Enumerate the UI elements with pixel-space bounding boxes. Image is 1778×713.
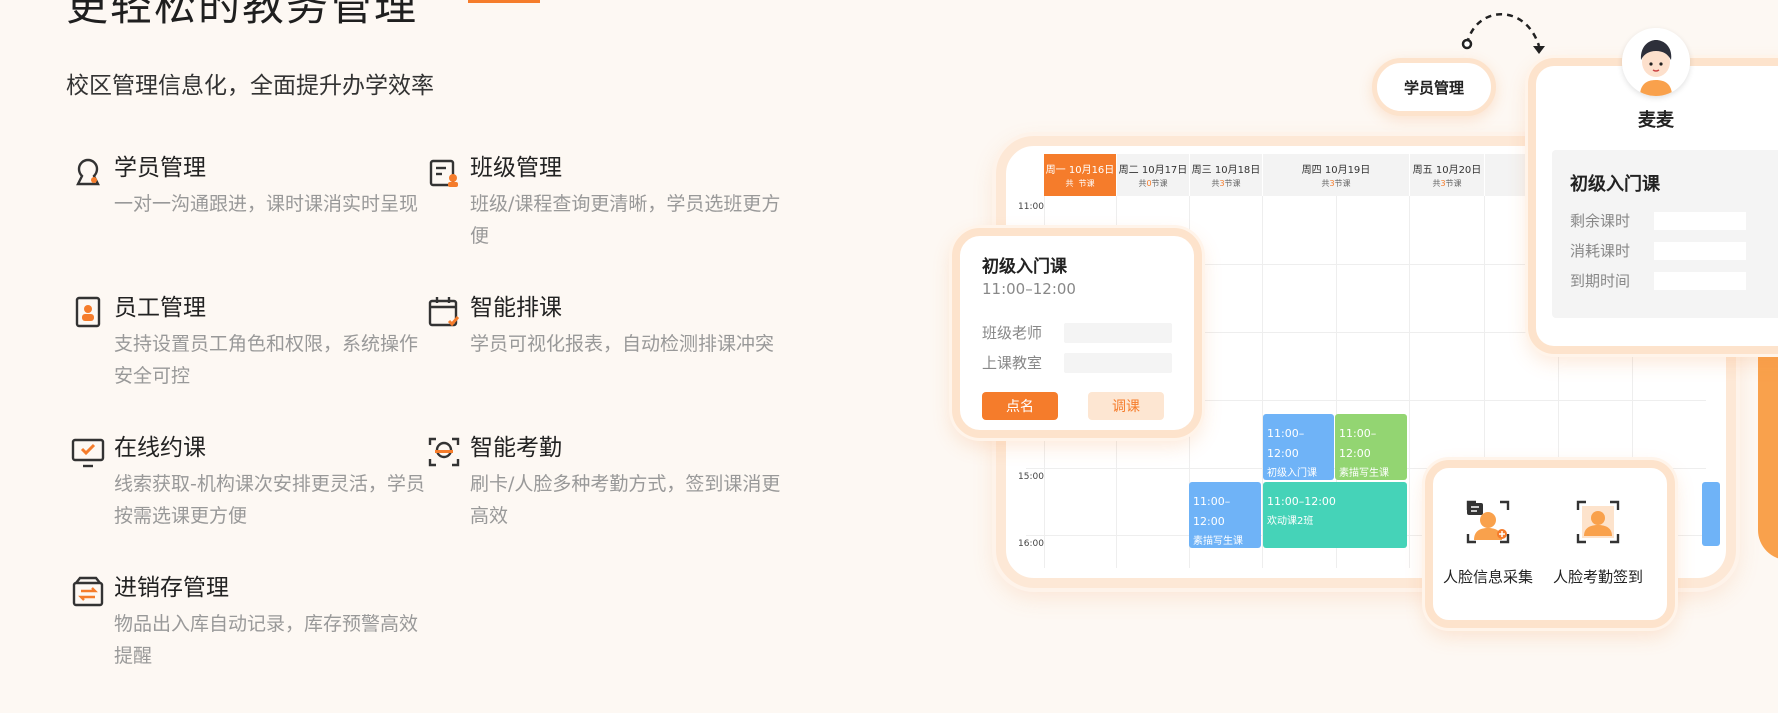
feature-desc: 刷卡/人脸多种考勤方式，签到课消更高效 [470,473,781,527]
time-label: 16:00 [1018,539,1044,549]
event-time: 11:00–12:00 [1267,495,1336,508]
feature-online-booking: 在线约课 线索获取-机构课次安排更灵活，学员按需选课更方便 [71,432,434,532]
face-checkin-label: 人脸考勤签到 [1552,568,1643,586]
lesson-time: 11:00–12:00 [982,280,1076,298]
remaining-hours-field [1654,212,1746,230]
teacher-field [1064,323,1172,343]
day-count: 共3节课 [1321,179,1351,188]
student-icon [76,158,100,186]
face-collect-label: 人脸信息采集 [1442,568,1533,586]
feature-name: 员工管理 [114,295,206,321]
consumed-hours-label: 消耗课时 [1570,242,1631,260]
page-title: 更轻松的教务管理 [66,0,419,30]
feature-smart-attendance: 智能考勤 刷卡/人脸多种考勤方式，签到课消更高效 [428,432,790,532]
feature-name: 在线约课 [114,435,206,461]
day-count: 共3节课 [1211,179,1241,188]
day-header-fri[interactable]: 周五 10月20日 共3节课 [1410,154,1484,196]
event-name: 素描写生课 [1193,536,1243,547]
class-icon [429,159,458,187]
expire-date-field [1654,272,1746,290]
face-collect-icon [1466,500,1510,544]
day-header-thu[interactable]: 周四 10月19日 共3节课 [1263,154,1409,196]
feature-smart-scheduling: 智能排课 学员可视化报表，自动检测排课冲突 [428,292,790,360]
room-label: 上课教室 [982,354,1043,372]
face-checkin-item[interactable]: 人脸考勤签到 [1543,498,1653,587]
feature-name: 智能考勤 [470,435,562,461]
feature-name: 学员管理 [114,155,206,181]
dashed-arrow-top [1461,13,1545,54]
face-collect-item[interactable]: 人脸信息采集 [1433,498,1543,587]
feature-desc: 学员可视化报表，自动检测排课冲突 [470,333,775,355]
feature-name: 智能排课 [470,295,562,321]
callname-button[interactable]: 点名 [982,392,1058,420]
face-checkin-icon [1576,500,1620,544]
day-label: 周一 10月16日 [1045,165,1115,176]
event-block[interactable]: 11:00–12:00 素描写生课 [1189,482,1261,548]
event-time: 11:00–12:00 [1267,427,1305,460]
grid-line [1409,196,1410,568]
consumed-hours-field [1654,242,1746,260]
feature-desc: 物品出入库自动记录，库存预警高效提醒 [114,613,419,667]
event-time: 11:00–12:00 [1339,427,1377,460]
feature-student-management: 学员管理 一对一沟通跟进，课时课消实时呈现 [76,152,434,220]
remaining-hours-label: 剩余课时 [1570,212,1631,230]
face-recognition-card: 人脸信息采集 人脸考勤签到 [1425,460,1675,628]
course-title: 初级入门课 [1570,174,1660,195]
feature-desc: 班级/课程查询更清晰，学员选班更方便 [470,193,781,247]
day-label: 周二 10月17日 [1118,165,1188,176]
event-block[interactable]: 11:00–12:00 欢动课2班 [1263,482,1407,548]
adjust-class-button[interactable]: 调课 [1088,392,1164,420]
online-booking-icon [71,438,105,468]
feature-class-management: 班级管理 班级/课程查询更清晰，学员选班更方便 [429,152,790,252]
event-name: 欢动课2班 [1267,516,1314,527]
page-subtitle: 校区管理信息化，全面提升办学效率 [66,73,434,99]
avatar-boy-icon [1622,28,1690,96]
room-field [1064,353,1172,373]
event-block-partial[interactable] [1702,482,1720,546]
time-label: 15:00 [1018,472,1044,482]
feature-inventory-management: 进销存管理 物品出入库自动记录，库存预警高效提醒 [72,572,434,672]
day-count: 共3节课 [1432,179,1462,188]
student-management-pill[interactable]: 学员管理 [1372,58,1496,116]
day-header-tue[interactable]: 周二 10月17日 共0节课 [1117,154,1189,196]
feature-name: 进销存管理 [114,575,229,601]
event-time: 11:00–12:00 [1193,495,1231,528]
feature-staff-management: 员工管理 支持设置员工角色和权限，系统操作安全可控 [75,292,434,392]
expire-date-label: 到期时间 [1570,272,1631,290]
lesson-title: 初级入门课 [982,257,1067,277]
event-block[interactable]: 11:00–12:00 初级入门课 [1263,414,1334,480]
student-name: 麦麦 [1638,110,1674,131]
avatar [1622,28,1690,96]
lesson-detail-card: 初级入门课 11:00–12:00 班级老师 上课教室 点名 调课 [952,228,1202,438]
staff-icon [75,296,101,328]
event-name: 初级入门课 [1267,468,1317,479]
day-label: 周四 10月19日 [1301,165,1371,176]
student-course-panel: 初级入门课 剩余课时 消耗课时 到期时间 [1552,150,1778,318]
time-label: 11:00 [1018,202,1044,212]
day-header-wed[interactable]: 周三 10月18日 共3节课 [1190,154,1262,196]
inventory-icon [72,576,104,607]
feature-desc: 一对一沟通跟进，课时课消实时呈现 [114,193,419,215]
feature-name: 班级管理 [470,155,562,181]
schedule-icon [428,297,460,327]
day-count: 共0节课 [1138,179,1168,188]
event-name: 素描写生课 [1339,468,1389,479]
teacher-label: 班级老师 [982,324,1043,342]
title-accent-bar [468,0,540,3]
day-label: 周五 10月20日 [1412,165,1482,176]
day-label: 周三 10月18日 [1191,165,1261,176]
feature-desc: 支持设置员工角色和权限，系统操作安全可控 [114,333,419,387]
feature-desc: 线索获取-机构课次安排更灵活，学员按需选课更方便 [114,473,425,527]
event-block[interactable]: 11:00–12:00 素描写生课 [1335,414,1407,480]
day-count: 共3节课 [1065,179,1095,188]
attendance-icon [428,437,460,467]
day-header-mon[interactable]: 周一 10月16日 共3节课 [1044,154,1116,196]
